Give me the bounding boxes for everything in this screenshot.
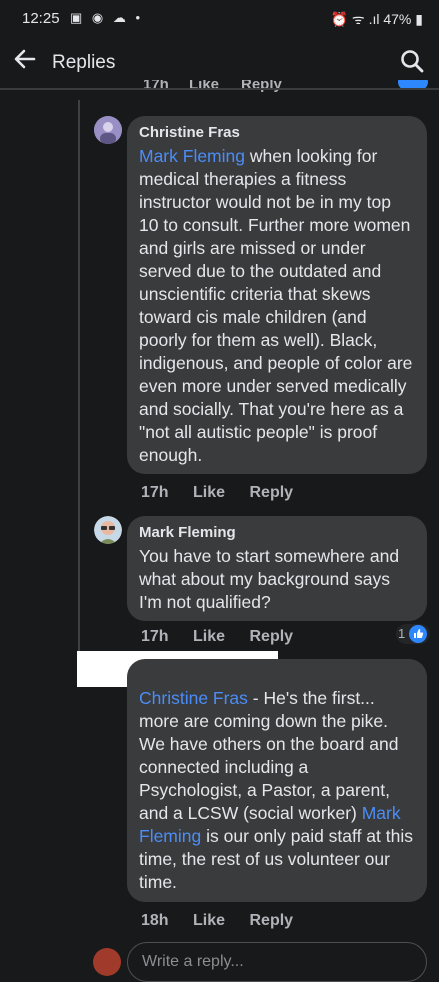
back-arrow-svg: [14, 49, 36, 69]
previous-reply-button[interactable]: Reply: [241, 80, 282, 93]
divider: [0, 88, 439, 90]
notification-icons: ▣ ◉ ☁ •: [70, 10, 144, 25]
comment-time: 18h: [141, 912, 169, 929]
comment-text: Christine Fras - He's the first... more …: [139, 687, 415, 894]
avatar-mark-svg: [94, 516, 122, 544]
battery-percent: 47%: [383, 11, 412, 27]
reply-placeholder: Write a reply...: [142, 953, 244, 970]
system-icons: ⏰ ᯤ .ıl: [330, 11, 380, 27]
comment-time: 17h: [141, 484, 169, 501]
search-svg: [401, 50, 424, 73]
status-right: ⏰ ᯤ .ıl 47% ▮: [331, 10, 423, 29]
thread-line: [78, 100, 80, 660]
status-time: 12:25: [22, 10, 60, 27]
mention-link[interactable]: Christine Fras: [139, 688, 248, 708]
comment-body-part1: - He's the first... more are coming down…: [139, 688, 399, 823]
reply-button[interactable]: Reply: [250, 912, 294, 929]
like-reaction-icon: [409, 625, 427, 643]
avatar-christine[interactable]: [94, 116, 122, 144]
battery-icon: ▮: [415, 11, 423, 27]
like-button[interactable]: Like: [193, 628, 225, 645]
reaction-number: 1: [398, 626, 406, 641]
like-button[interactable]: Like: [193, 484, 225, 501]
previous-time: 17h: [143, 80, 169, 93]
comment-actions: 17h Like Reply: [141, 628, 313, 646]
composer-avatar: [93, 948, 121, 976]
avatar-christine-svg: [94, 116, 122, 144]
back-arrow-icon[interactable]: [12, 46, 38, 77]
comment-body: You have to start somewhere and what abo…: [139, 546, 400, 612]
comment-author[interactable]: Christine Fras: [139, 124, 415, 142]
comment-bubble-redacted[interactable]: Christine Fras - He's the first... more …: [127, 659, 427, 902]
mention-link[interactable]: Mark Fleming: [139, 146, 245, 166]
previous-comment-actions: 17h Like Reply: [0, 80, 439, 100]
comment-actions: 18h Like Reply: [141, 912, 313, 930]
previous-like-button[interactable]: Like: [189, 80, 219, 93]
reply-button[interactable]: Reply: [250, 484, 294, 501]
comment-bubble-mark[interactable]: Mark Fleming You have to start somewhere…: [127, 516, 427, 621]
comment-author[interactable]: Mark Fleming: [139, 524, 415, 542]
comment-text: Mark Fleming when looking for medical th…: [139, 145, 415, 467]
comment-time: 17h: [141, 628, 169, 645]
comment-actions: 17h Like Reply: [141, 484, 313, 502]
status-bar: 12:25 ▣ ◉ ☁ • ⏰ ᯤ .ıl 47% ▮: [0, 0, 439, 36]
reaction-count[interactable]: 1: [396, 624, 430, 644]
avatar-mark[interactable]: [94, 516, 122, 544]
comment-bubble-christine[interactable]: Christine Fras Mark Fleming when looking…: [127, 116, 427, 474]
like-button[interactable]: Like: [193, 912, 225, 929]
search-icon[interactable]: [399, 48, 425, 74]
reply-input[interactable]: Write a reply...: [127, 942, 427, 982]
reply-button[interactable]: Reply: [250, 628, 294, 645]
page-title: Replies: [52, 52, 116, 73]
comment-body: when looking for medical therapies a fit…: [139, 146, 413, 465]
